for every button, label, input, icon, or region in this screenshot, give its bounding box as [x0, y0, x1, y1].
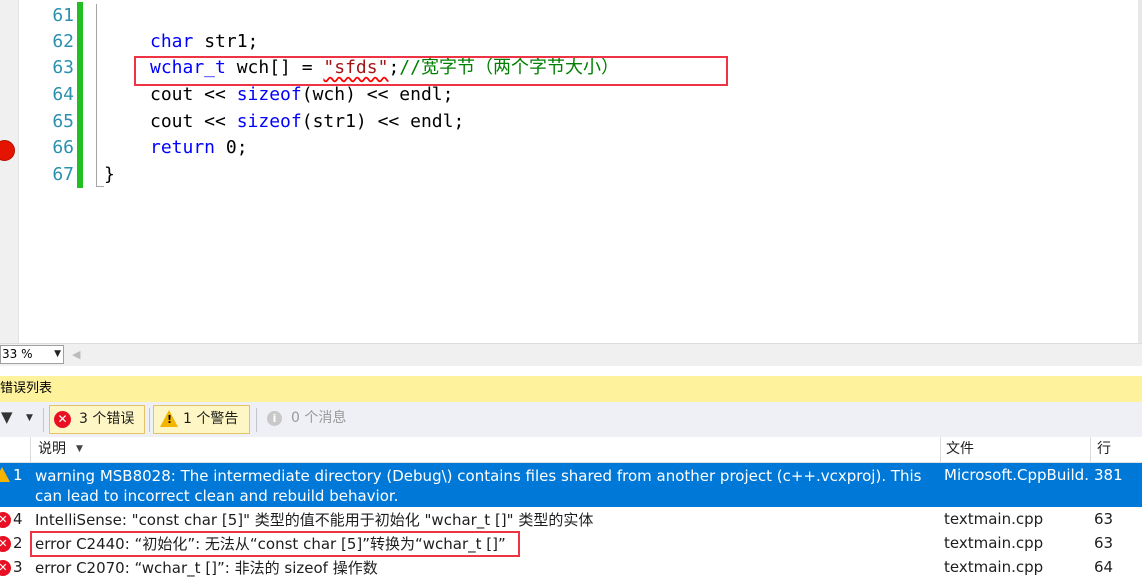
- code-keyword: sizeof: [236, 111, 302, 132]
- errors-count: 3: [79, 411, 88, 427]
- toolbar-separator: [43, 408, 44, 432]
- code-text: (wch) << endl;: [301, 84, 454, 105]
- zoom-dropdown[interactable]: 33 % ▼: [0, 345, 64, 364]
- warning-icon: [0, 467, 10, 482]
- messages-count: 0: [291, 410, 300, 426]
- line-number: 61: [52, 5, 74, 26]
- warnings-filter-button[interactable]: ! 1 个警告: [153, 405, 250, 434]
- error-list-row[interactable]: ✕ 4 IntelliSense: "const char [5]" 类型的值不…: [0, 508, 1142, 532]
- line-number: 63: [52, 57, 74, 78]
- error-icon: ✕: [0, 560, 11, 576]
- column-header-description[interactable]: 说明: [38, 437, 66, 462]
- code-keyword: char: [150, 31, 194, 52]
- error-icon: ✕: [0, 512, 11, 528]
- code-editor[interactable]: 61 62 63 64 65 66 67 char str1; wchar_t …: [0, 0, 1142, 343]
- sort-chevron-icon[interactable]: ▼: [76, 437, 83, 462]
- row-file: textmain.cpp: [944, 534, 1044, 552]
- breakpoint-margin[interactable]: [0, 0, 19, 343]
- warnings-count: 1: [183, 411, 192, 427]
- row-line: 63: [1094, 510, 1114, 528]
- zoom-value: 33 %: [2, 347, 33, 361]
- messages-label: 个消息: [304, 410, 347, 426]
- row-number: 1: [13, 466, 23, 484]
- row-file: Microsoft.CppBuild.: [944, 466, 1089, 484]
- filter-icon[interactable]: ▼: [1, 408, 13, 426]
- line-number: 62: [52, 31, 74, 52]
- row-number: 3: [13, 558, 23, 576]
- errors-filter-button[interactable]: ✕ 3 个错误: [49, 405, 145, 434]
- code-line[interactable]: cout << sizeof(str1) << endl;: [150, 109, 464, 135]
- code-keyword: sizeof: [236, 84, 302, 105]
- vertical-scrollbar[interactable]: [1138, 0, 1142, 343]
- code-text: cout <<: [150, 84, 237, 105]
- line-number: 66: [52, 137, 74, 158]
- info-icon: i: [267, 411, 282, 426]
- column-header-file[interactable]: 文件: [946, 437, 974, 462]
- highlight-box: [134, 56, 728, 86]
- code-text: (str1) << endl;: [301, 111, 465, 132]
- error-icon: ✕: [0, 536, 11, 552]
- editor-status-strip: 33 % ▼ ◀: [0, 343, 1142, 366]
- row-file: textmain.cpp: [944, 558, 1044, 576]
- code-line[interactable]: }: [104, 162, 115, 188]
- row-number: 4: [13, 510, 23, 528]
- outline-fold-line: [96, 4, 97, 186]
- error-list-row[interactable]: 1 warning MSB8028: The intermediate dire…: [0, 463, 1142, 507]
- row-line: 63: [1094, 534, 1114, 552]
- row-number: 2: [13, 534, 23, 552]
- error-list-toolbar: ▼ ▼ ✕ 3 个错误 ! 1 个警告 i 0 个消息: [0, 402, 1142, 438]
- code-text: cout <<: [150, 111, 237, 132]
- row-description: warning MSB8028: The intermediate direct…: [35, 467, 922, 505]
- column-header-row: 说明 ▼ 文件 行: [0, 437, 1142, 463]
- row-line: 64: [1094, 558, 1114, 576]
- chevron-down-icon[interactable]: ▼: [26, 413, 33, 423]
- error-list-title: 错误列表: [0, 376, 1142, 402]
- code-text: 0;: [215, 137, 248, 158]
- outline-fold-end: [96, 186, 104, 187]
- line-number: 67: [52, 164, 74, 185]
- row-description: IntelliSense: "const char [5]" 类型的值不能用于初…: [35, 511, 594, 529]
- scroll-left-arrow-icon[interactable]: ◀: [72, 348, 80, 361]
- highlight-box: [30, 531, 520, 557]
- code-line[interactable]: return 0;: [150, 135, 248, 161]
- chevron-down-icon: ▼: [54, 349, 61, 359]
- line-number: 64: [52, 84, 74, 105]
- row-file: textmain.cpp: [944, 510, 1044, 528]
- column-header-line[interactable]: 行: [1097, 437, 1111, 462]
- line-number: 65: [52, 111, 74, 132]
- change-indicator-bar: [77, 2, 83, 188]
- panel-title-text: 错误列表: [0, 381, 53, 396]
- code-line[interactable]: char str1;: [150, 29, 258, 55]
- warnings-label: 个警告: [196, 411, 239, 427]
- code-keyword: return: [150, 137, 216, 158]
- messages-filter-button[interactable]: i 0 个消息: [262, 405, 362, 434]
- errors-label: 个错误: [92, 411, 135, 427]
- toolbar-separator: [149, 408, 150, 432]
- error-list-row[interactable]: ✕ 3 error C2070: “wchar_t []”: 非法的 sizeo…: [0, 556, 1142, 580]
- row-line: 381: [1094, 466, 1123, 484]
- code-text: }: [104, 164, 115, 185]
- toolbar-separator: [256, 408, 257, 432]
- error-icon: ✕: [54, 411, 71, 428]
- row-description: error C2070: “wchar_t []”: 非法的 sizeof 操作…: [35, 559, 378, 577]
- code-text: str1;: [193, 31, 259, 52]
